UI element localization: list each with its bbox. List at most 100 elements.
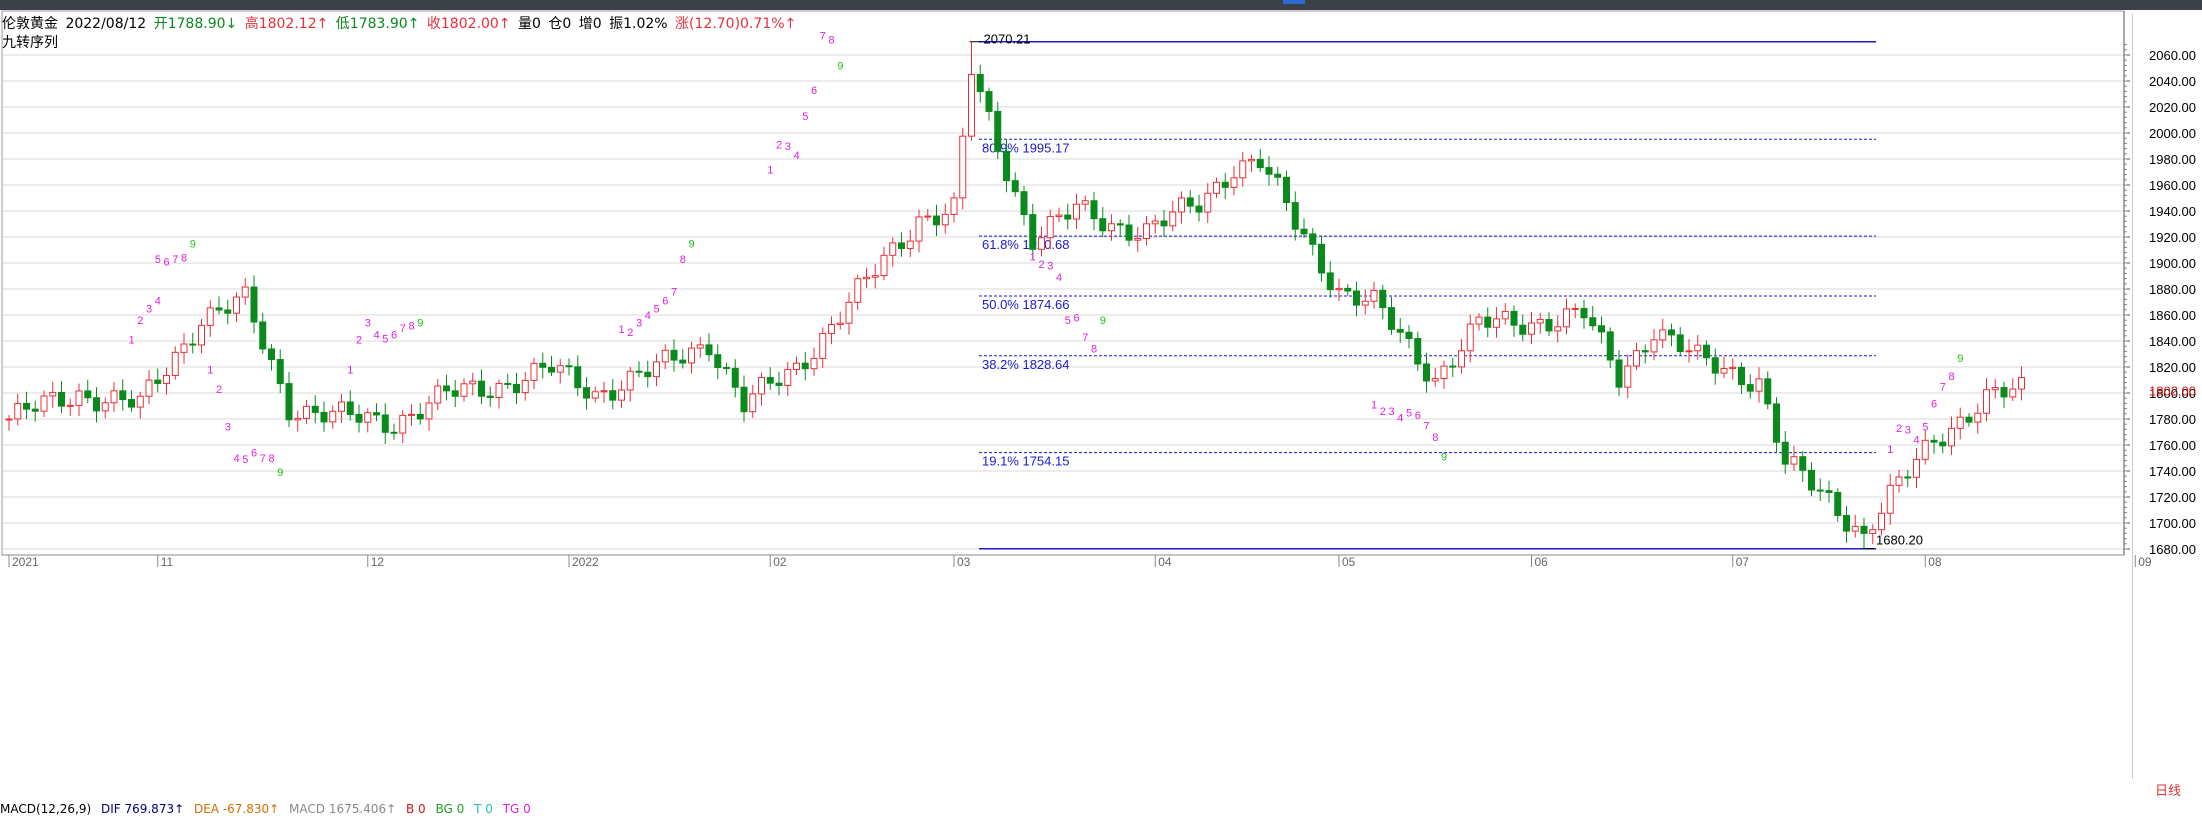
macd-name[interactable]: MACD(12,26,9) (0, 802, 91, 816)
candle-body (1423, 363, 1430, 382)
candle-body (443, 385, 450, 392)
candle-body (381, 414, 389, 433)
candle-body (635, 370, 643, 373)
candle-body (731, 367, 739, 388)
td-count-label: 2 (776, 140, 782, 152)
candle-body (1003, 150, 1010, 182)
candle-body (434, 385, 442, 404)
candle-body (75, 390, 83, 406)
td-count-label: 8 (268, 453, 274, 465)
macd-dea: DEA -67.830↑ (193, 802, 280, 816)
td-count-label: 2 (1038, 259, 1044, 271)
candle-body (933, 215, 940, 226)
candle-body (66, 404, 74, 407)
candle-body (906, 240, 914, 249)
x-tick-label: 07 (1736, 555, 1750, 569)
candle-body (723, 366, 730, 369)
candle-body (556, 365, 564, 373)
td-count-label: 3 (146, 303, 152, 315)
td-count-label: 3 (225, 422, 231, 434)
td-count-label: 4 (1397, 413, 1403, 425)
td-count-label: 1 (1030, 251, 1036, 263)
td-count-label: 4 (793, 150, 799, 162)
extreme-label: 1680.20 (1876, 533, 1923, 548)
candle-body (268, 348, 275, 361)
candle-body (311, 405, 319, 413)
candle-body (1773, 403, 1780, 443)
candle-body (898, 242, 905, 249)
candle-body (1501, 310, 1509, 320)
candle-body (1948, 427, 1955, 447)
candle-body (469, 380, 477, 385)
td-count-label: 7 (260, 453, 266, 465)
td-count-label: 9 (417, 318, 423, 330)
candle-body (1064, 214, 1072, 220)
x-tick-label: 12 (371, 555, 385, 569)
period-tab-daily[interactable]: 日线 (2140, 784, 2196, 800)
td-count-label: 9 (1100, 315, 1106, 327)
candle-body (1808, 469, 1815, 491)
candle-body (985, 91, 993, 112)
candle-body (1265, 167, 1273, 175)
candle-body (84, 390, 92, 399)
candle-body (959, 135, 967, 199)
candle-body (145, 379, 153, 397)
y-tick-label: 1940.00 (2149, 204, 2196, 219)
y-tick-label: 1900.00 (2149, 256, 2196, 271)
candle-body (425, 402, 433, 420)
candle-body (1134, 238, 1142, 241)
candle-body (1344, 287, 1352, 292)
candle-body (1913, 458, 1920, 478)
candle-body (1353, 290, 1360, 306)
candle-body (1370, 289, 1378, 302)
candle-body (1458, 350, 1465, 368)
x-tick-label: 02 (773, 555, 787, 569)
candle-body (1729, 366, 1737, 369)
candle-body (451, 390, 459, 397)
x-tick-label: 03 (957, 555, 971, 569)
macd-indicator-bar: MACD(12,26,9) DIF 769.873↑ DEA -67.830↑ … (0, 802, 2202, 816)
candle-body (1493, 318, 1500, 328)
td-count-label: 7 (172, 254, 178, 266)
candlestick-chart[interactable]: 2060.00 2040.00 2020.00 2000.00 1980.00 1960.… (0, 0, 2202, 800)
candle-body (1746, 384, 1754, 392)
td-count-label: 2 (137, 315, 143, 327)
td-count-label: 1 (128, 335, 134, 347)
td-count-label: 9 (837, 60, 843, 72)
current-price-label: 1802.00 (2149, 383, 2196, 398)
candle-body (1300, 228, 1308, 235)
candle-body (1668, 329, 1675, 336)
candle-body (1221, 181, 1229, 188)
fib-label: 38.2% 1828.64 (982, 357, 1069, 372)
y-tick-label: 1700.00 (2149, 516, 2196, 531)
candle-body (119, 390, 127, 401)
td-count-label: 2 (216, 384, 222, 396)
candle-body (14, 402, 22, 420)
candle-body (950, 197, 958, 215)
candle-body (574, 366, 582, 389)
candle-body (486, 395, 494, 398)
candle-body (1178, 197, 1185, 213)
candle-body (320, 411, 328, 423)
candle-body (1965, 416, 1973, 423)
candle-body (1790, 456, 1798, 465)
candle-body (714, 354, 722, 368)
candle-body (1589, 317, 1597, 327)
candle-body (801, 362, 809, 370)
candle-body (915, 216, 923, 242)
candle-body (1983, 389, 1990, 414)
candle-body (5, 418, 13, 421)
candle-body (626, 370, 634, 391)
candle-body (93, 397, 100, 412)
td-count-label: 9 (190, 238, 196, 250)
td-count-label: 6 (1415, 410, 1421, 422)
td-count-label: 4 (155, 296, 161, 308)
candle-body (1904, 476, 1912, 479)
candle-body (233, 296, 240, 314)
candle-body (661, 349, 669, 363)
candle-body (1431, 377, 1439, 382)
candle-body (1274, 173, 1282, 178)
candle-body (373, 412, 380, 416)
td-count-label: 7 (1940, 381, 1946, 393)
candle-body (49, 391, 57, 397)
